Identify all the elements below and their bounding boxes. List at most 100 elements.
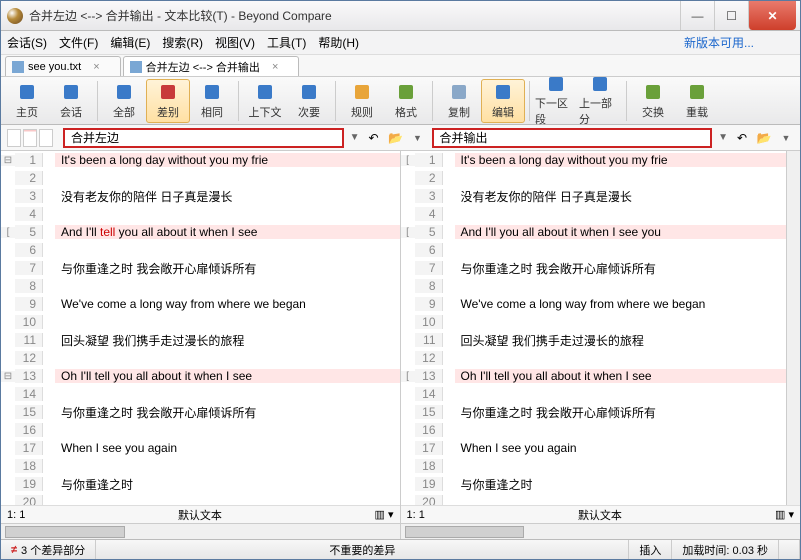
fold-toggle[interactable]: [ — [401, 155, 415, 166]
code-line[interactable]: 7与你重逢之时 我会敞开心扉倾诉所有 — [1, 259, 400, 277]
menu-file[interactable]: 文件(F) — [59, 34, 98, 51]
toolbar-same-button[interactable]: 相同 — [190, 79, 234, 123]
fold-toggle[interactable]: [ — [1, 227, 15, 238]
code-line[interactable]: 17When I see you again — [401, 439, 787, 457]
fold-toggle[interactable]: [ — [401, 227, 415, 238]
line-number: 5 — [415, 225, 443, 239]
code-line[interactable]: 7与你重逢之时 我会敞开心扉倾诉所有 — [401, 259, 787, 277]
toolbar-prev-button[interactable]: 上一部分 — [578, 79, 622, 123]
toolbar-minor-button[interactable]: 次要 — [287, 79, 331, 123]
code-line[interactable]: 15与你重逢之时 我会敞开心扉倾诉所有 — [401, 403, 787, 421]
toolbar-rules-button[interactable]: 规则 — [340, 79, 384, 123]
code-line[interactable]: 14 — [1, 385, 400, 403]
menu-search[interactable]: 搜索(R) — [162, 34, 203, 51]
code-line[interactable]: 6 — [1, 241, 400, 259]
code-line[interactable]: 18 — [1, 457, 400, 475]
code-line[interactable]: [13Oh I'll tell you all about it when I … — [401, 367, 787, 385]
code-line[interactable]: 19与你重逢之时 — [1, 475, 400, 493]
code-line[interactable]: 9We've come a long way from where we beg… — [1, 295, 400, 313]
code-line[interactable]: 11回头凝望 我们携手走过漫长的旅程 — [401, 331, 787, 349]
undo-icon[interactable]: ↶ — [734, 130, 750, 146]
left-code[interactable]: ⊟1It's been a long day without you my fr… — [1, 151, 400, 505]
code-line[interactable]: ⊟1It's been a long day without you my fr… — [1, 151, 400, 169]
toolbar-diff-button[interactable]: 差别 — [146, 79, 190, 123]
h-scrollbar[interactable] — [1, 523, 400, 539]
code-line[interactable]: 10 — [401, 313, 787, 331]
toolbar-format-button[interactable]: 格式 — [384, 79, 428, 123]
code-line[interactable]: 2 — [401, 169, 787, 187]
code-line[interactable]: 16 — [1, 421, 400, 439]
menu-tools[interactable]: 工具(T) — [267, 34, 306, 51]
right-position: 1: 1 默认文本 ▥ ▾ — [401, 505, 801, 523]
code-line[interactable]: [5And I'll tell you all about it when I … — [1, 223, 400, 241]
fold-toggle[interactable]: ⊟ — [1, 155, 15, 166]
code-line[interactable]: 17When I see you again — [1, 439, 400, 457]
reload-icon — [687, 82, 707, 102]
toolbar-swap-button[interactable]: 交换 — [631, 79, 675, 123]
toolbar-copy-button[interactable]: 复制 — [437, 79, 481, 123]
toolbar-edit-button[interactable]: 编辑 — [481, 79, 525, 123]
tab-close-icon[interactable]: × — [93, 61, 99, 73]
overview-slot[interactable] — [39, 129, 53, 147]
resize-grip[interactable] — [779, 540, 800, 559]
code-line[interactable]: 6 — [401, 241, 787, 259]
code-line[interactable]: 20 — [1, 493, 400, 505]
dropdown-icon[interactable]: ▼ — [778, 130, 794, 146]
code-line[interactable]: 16 — [401, 421, 787, 439]
code-line[interactable]: 4 — [1, 205, 400, 223]
version-link[interactable]: 新版本可用... — [684, 34, 754, 51]
menu-view[interactable]: 视图(V) — [215, 34, 255, 51]
code-line[interactable]: [5And I'll you all about it when I see y… — [401, 223, 787, 241]
tab-file[interactable]: see you.txt × — [5, 56, 121, 76]
overview-slot[interactable] — [23, 129, 37, 147]
code-line[interactable]: 9We've come a long way from where we beg… — [401, 295, 787, 313]
overview-slot[interactable] — [7, 129, 21, 147]
code-line[interactable]: 8 — [401, 277, 787, 295]
code-line[interactable]: 14 — [401, 385, 787, 403]
code-line[interactable]: 12 — [401, 349, 787, 367]
tab-close-icon[interactable]: × — [272, 61, 278, 73]
encoding-icon[interactable]: ▥ ▾ — [375, 508, 394, 521]
fold-toggle[interactable]: ⊟ — [1, 371, 15, 382]
code-line[interactable]: 15与你重逢之时 我会敞开心扉倾诉所有 — [1, 403, 400, 421]
toolbar-next-button[interactable]: 下一区段 — [534, 79, 578, 123]
code-line[interactable]: 8 — [1, 277, 400, 295]
toolbar-reload-button[interactable]: 重载 — [675, 79, 719, 123]
toolbar-context-button[interactable]: 上下文 — [243, 79, 287, 123]
v-scrollbar[interactable] — [786, 151, 800, 505]
maximize-button[interactable]: ☐ — [714, 1, 748, 30]
close-button[interactable]: ✕ — [748, 1, 796, 30]
code-line[interactable]: 3没有老友你的陪伴 日子真是漫长 — [1, 187, 400, 205]
menu-help[interactable]: 帮助(H) — [318, 34, 359, 51]
code-line[interactable]: 10 — [1, 313, 400, 331]
code-line[interactable]: 18 — [401, 457, 787, 475]
code-line[interactable]: [1It's been a long day without you my fr… — [401, 151, 787, 169]
left-file-input[interactable]: 合并左边 — [63, 128, 344, 148]
undo-icon[interactable]: ↶ — [366, 130, 382, 146]
code-line[interactable]: 3没有老友你的陪伴 日子真是漫长 — [401, 187, 787, 205]
line-text: 与你重逢之时 — [55, 476, 400, 493]
dropdown-icon[interactable]: ▼ — [410, 130, 426, 146]
code-line[interactable]: 4 — [401, 205, 787, 223]
toolbar-session-button[interactable]: 会话 — [49, 79, 93, 123]
code-line[interactable]: 2 — [1, 169, 400, 187]
encoding-icon[interactable]: ▥ ▾ — [775, 508, 794, 521]
minimize-button[interactable]: — — [680, 1, 714, 30]
right-code[interactable]: [1It's been a long day without you my fr… — [401, 151, 787, 505]
code-line[interactable]: 12 — [1, 349, 400, 367]
tab-compare[interactable]: 合并左边 <--> 合并输出 × — [123, 56, 300, 76]
right-file-input[interactable]: 合并输出 — [432, 128, 713, 148]
toolbar-home-button[interactable]: 主页 — [5, 79, 49, 123]
code-line[interactable]: ⊟13Oh I'll tell you all about it when I … — [1, 367, 400, 385]
code-line[interactable]: 19与你重逢之时 — [401, 475, 787, 493]
menu-edit[interactable]: 编辑(E) — [110, 34, 150, 51]
code-line[interactable]: 11回头凝望 我们携手走过漫长的旅程 — [1, 331, 400, 349]
toolbar-all-button[interactable]: 全部 — [102, 79, 146, 123]
open-folder-icon[interactable]: 📂 — [756, 130, 772, 146]
fold-toggle[interactable]: [ — [401, 371, 415, 382]
code-line[interactable]: 20 — [401, 493, 787, 505]
h-scrollbar[interactable] — [401, 523, 801, 539]
line-text: When I see you again — [55, 441, 400, 455]
open-folder-icon[interactable]: 📂 — [388, 130, 404, 146]
menu-session[interactable]: 会话(S) — [7, 34, 47, 51]
